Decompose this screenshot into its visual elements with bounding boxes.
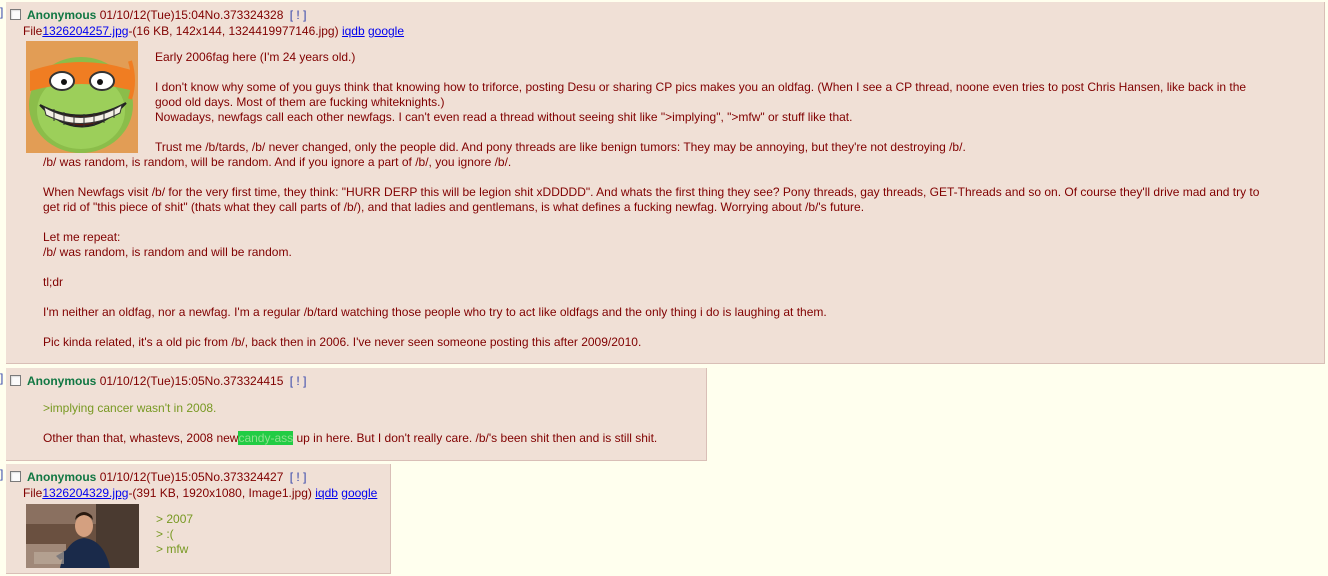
post-thumbnail-turtle[interactable] <box>26 41 138 153</box>
op-line-2: I don't know why some of you guys think … <box>155 80 1247 94</box>
post-header: Anonymous 01/10/12(Tue)15:05No.373324415… <box>10 374 306 388</box>
post-header: Anonymous 01/10/12(Tue)15:04No.373324328… <box>10 8 306 22</box>
thread: ] Anonymous 01/10/12(Tue)15:04No.3733243… <box>0 0 1328 576</box>
google-link[interactable]: google <box>341 486 377 500</box>
op-line-12: I'm neither an oldfag, nor a newfag. I'm… <box>43 305 827 319</box>
post-number[interactable]: No.373324427 <box>205 470 284 484</box>
word-filter-highlight: candy-ass <box>238 431 294 445</box>
post-datetime: 01/10/12(Tue)15:05 <box>99 374 205 388</box>
op-line-3: good old days. Most of them are fucking … <box>155 95 445 109</box>
reply-text: Other than that, whastevs, 2008 newcandy… <box>43 431 657 446</box>
file-link[interactable]: 1326204257.jpg <box>42 24 128 38</box>
quote-button[interactable]: [ ! ] <box>290 374 307 388</box>
post-373324328: Anonymous 01/10/12(Tue)15:04No.373324328… <box>6 2 1325 364</box>
post-datetime: 01/10/12(Tue)15:05 <box>99 470 205 484</box>
op-line-11: tl;dr <box>43 275 64 289</box>
op-line-8: get rid of "this piece of shit" (thats w… <box>43 200 865 214</box>
post-select-checkbox[interactable] <box>10 375 21 386</box>
iqdb-link[interactable]: iqdb <box>342 24 365 38</box>
op-line-6: /b/ was random, is random, will be rando… <box>43 155 512 169</box>
file-prefix: File <box>23 486 43 500</box>
post-thumbnail-photo[interactable] <box>26 504 139 568</box>
poster-name: Anonymous <box>27 374 97 388</box>
quote-button[interactable]: [ ! ] <box>290 8 307 22</box>
poster-name: Anonymous <box>27 8 97 22</box>
op-line-1: Early 2006fag here (I'm 24 years old.) <box>155 50 356 64</box>
op-line-5: Trust me /b/tards, /b/ never changed, on… <box>155 140 966 154</box>
file-info-line: File1326204257.jpg-(16 KB, 142x144, 1324… <box>23 24 404 38</box>
ninja-turtle-face-icon <box>26 41 138 153</box>
post-373324427: Anonymous 01/10/12(Tue)15:05No.373324427… <box>6 464 391 574</box>
greentext-line-3: > mfw <box>156 542 189 556</box>
file-link[interactable]: 1326204329.jpg <box>42 486 128 500</box>
op-line-10: /b/ was random, is random and will be ra… <box>43 245 292 259</box>
iqdb-link[interactable]: iqdb <box>315 486 338 500</box>
op-line-13: Pic kinda related, it's a old pic from /… <box>43 335 642 349</box>
post-header: Anonymous 01/10/12(Tue)15:05No.373324427… <box>10 470 306 484</box>
greentext-line-2: > :( <box>156 527 174 541</box>
google-link[interactable]: google <box>368 24 404 38</box>
op-line-4: Nowadays, newfags call each other newfag… <box>155 110 853 124</box>
post-bracket-2: ] <box>0 371 4 385</box>
file-info-line: File1326204329.jpg-(391 KB, 1920x1080, I… <box>23 486 377 500</box>
greentext-line: >implying cancer wasn't in 2008. <box>43 401 217 415</box>
post-datetime: 01/10/12(Tue)15:04 <box>99 8 205 22</box>
file-prefix: File <box>23 24 43 38</box>
poster-name: Anonymous <box>27 470 97 484</box>
post-number[interactable]: No.373324328 <box>205 8 284 22</box>
person-photo-icon <box>26 504 139 568</box>
post-number[interactable]: No.373324415 <box>205 374 284 388</box>
file-details: -(391 KB, 1920x1080, Image1.jpg) <box>128 486 312 500</box>
post-bracket-3: ] <box>0 467 4 481</box>
op-line-7: When Newfags visit /b/ for the very firs… <box>43 185 1260 199</box>
op-line-9: Let me repeat: <box>43 230 121 244</box>
post-373324415: Anonymous 01/10/12(Tue)15:05No.373324415… <box>6 368 707 461</box>
post-bracket-1: ] <box>0 5 4 19</box>
post-select-checkbox[interactable] <box>10 471 21 482</box>
post-select-checkbox[interactable] <box>10 9 21 20</box>
quote-button[interactable]: [ ! ] <box>290 470 307 484</box>
greentext-line-1: > 2007 <box>156 512 194 526</box>
reply-text-before: Other than that, whastevs, 2008 new <box>43 431 239 445</box>
reply-text-after: up in here. But I don't really care. /b/… <box>293 431 658 445</box>
file-details: -(16 KB, 142x144, 1324419977146.jpg) <box>128 24 339 38</box>
